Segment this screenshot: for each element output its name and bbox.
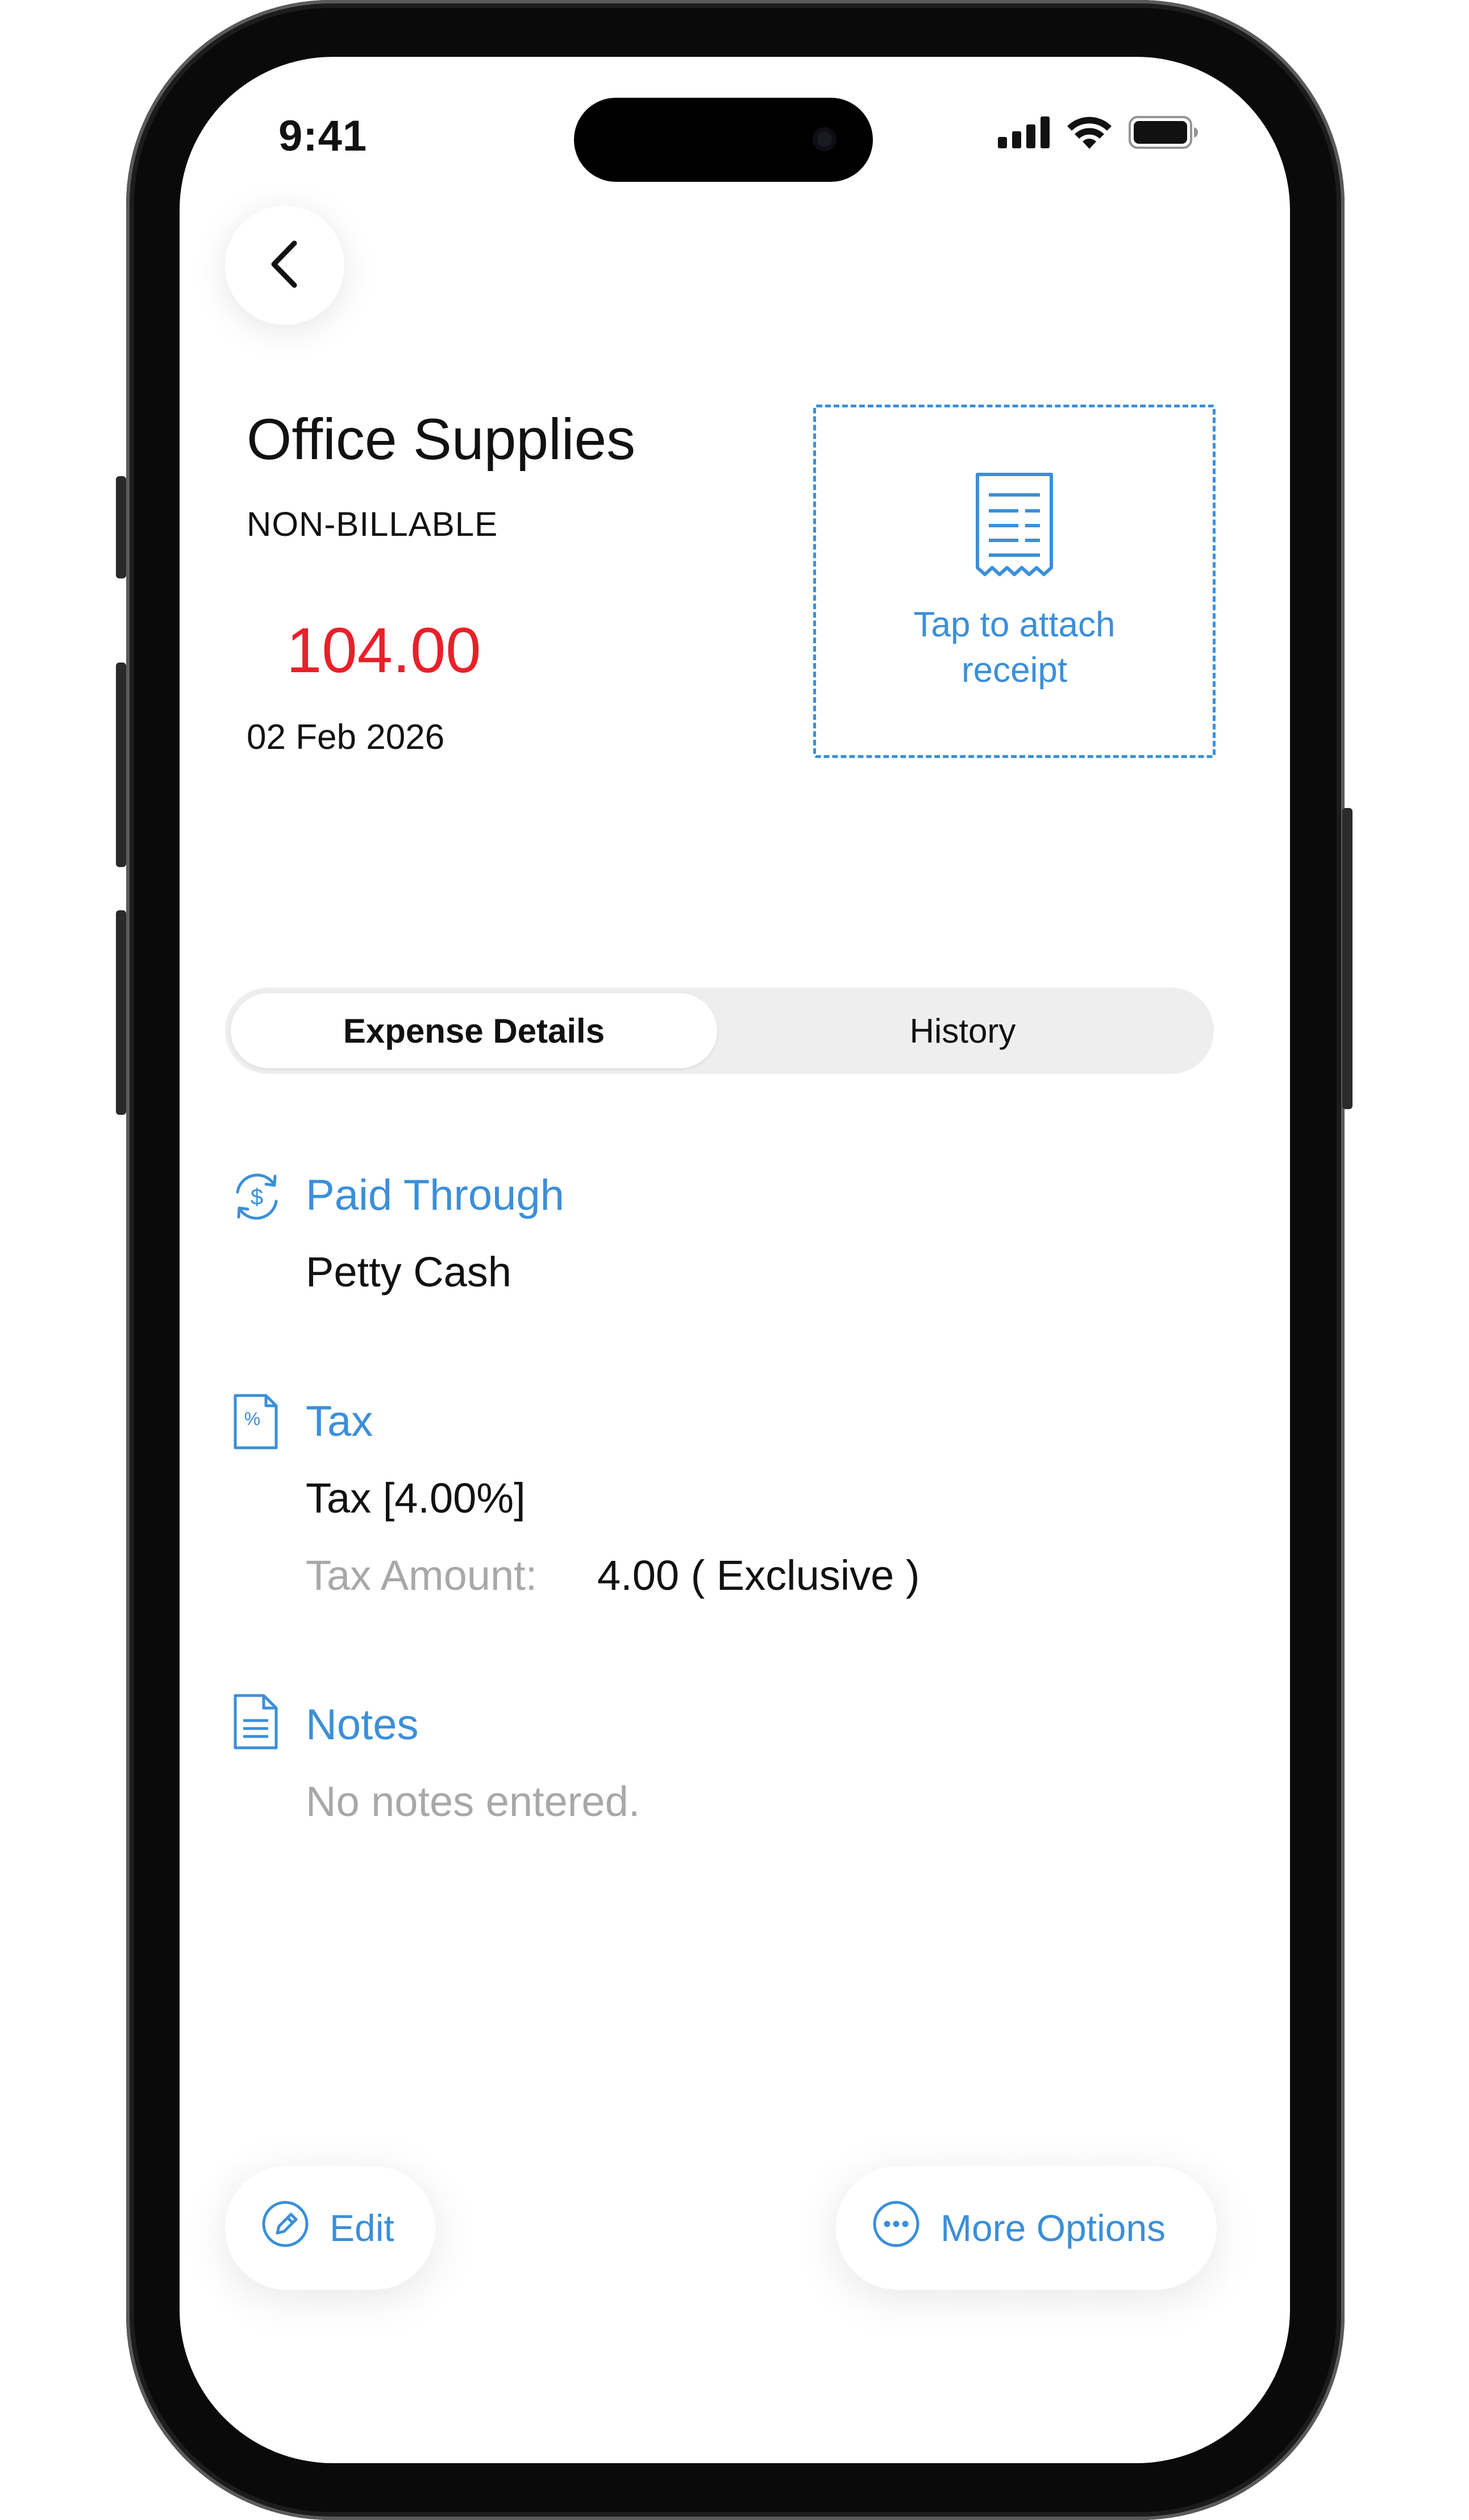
- attach-receipt-button[interactable]: Tap to attach receipt: [813, 405, 1216, 758]
- edit-button[interactable]: Edit: [225, 2166, 435, 2290]
- tax-amount-label: Tax Amount:: [306, 1552, 538, 1599]
- svg-text:%: %: [244, 1409, 260, 1429]
- currency-exchange-icon: $: [230, 1169, 284, 1227]
- svg-text:$: $: [251, 1185, 263, 1210]
- expense-amount: 104.00: [286, 615, 481, 686]
- paid-through-title: Paid Through: [306, 1171, 564, 1219]
- tax-value: Tax [4.00%]: [306, 1474, 526, 1522]
- tax-amount-value: 4.00 ( Exclusive ): [597, 1552, 920, 1599]
- tab-history[interactable]: History: [717, 993, 1208, 1068]
- pencil-circle-icon: [261, 2200, 309, 2256]
- volume-up-button: [116, 663, 126, 867]
- notes-document-icon: [232, 1693, 280, 1753]
- billable-status: NON-BILLABLE: [247, 505, 498, 543]
- tax-document-icon: %: [232, 1393, 280, 1453]
- edit-label: Edit: [330, 2207, 394, 2249]
- app-screen: 9:41 Office Supplies NON-BILLABLE 104.00…: [180, 57, 1290, 2463]
- notes-title: Notes: [306, 1701, 419, 1749]
- notes-value: No notes entered.: [306, 1778, 640, 1825]
- front-camera: [813, 127, 837, 151]
- dynamic-island: [574, 98, 873, 182]
- ellipsis-circle-icon: [872, 2200, 920, 2256]
- status-time: 9:41: [278, 112, 368, 160]
- detail-tabs: Expense Details History: [225, 988, 1214, 1074]
- paid-through-value: Petty Cash: [306, 1248, 511, 1296]
- attach-receipt-label: Tap to attach receipt: [913, 605, 1116, 690]
- back-button[interactable]: [225, 206, 344, 325]
- status-icons: [998, 116, 1199, 152]
- tax-title: Tax: [306, 1397, 373, 1446]
- receipt-icon: [972, 471, 1057, 582]
- more-options-button[interactable]: More Options: [836, 2166, 1217, 2290]
- signal-icon: [998, 116, 1050, 151]
- power-button: [1342, 808, 1353, 1109]
- more-options-label: More Options: [941, 2207, 1166, 2249]
- expense-date: 02 Feb 2026: [247, 718, 445, 757]
- battery-icon: [1129, 116, 1199, 152]
- tab-expense-details[interactable]: Expense Details: [231, 993, 717, 1068]
- expense-title: Office Supplies: [247, 407, 636, 472]
- wifi-icon: [1066, 116, 1113, 152]
- volume-down-button: [116, 910, 126, 1115]
- action-button: [116, 476, 126, 578]
- chevron-left-icon: [265, 239, 305, 293]
